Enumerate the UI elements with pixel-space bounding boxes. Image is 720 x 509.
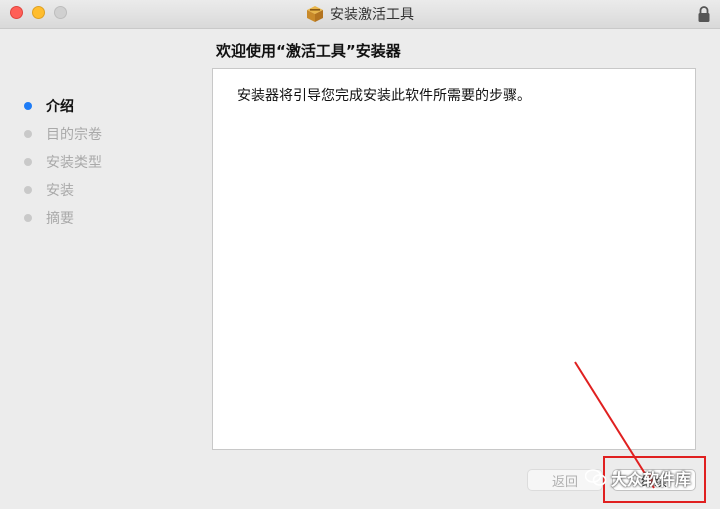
- step-label: 安装类型: [46, 155, 102, 171]
- window-title: 安装激活工具: [330, 7, 414, 23]
- content-panel: 安装器将引导您完成安装此软件所需要的步骤。: [212, 68, 696, 450]
- window-title-group: 安装激活工具: [0, 0, 720, 28]
- title-bar: 安装激活工具: [0, 0, 720, 29]
- step-label: 摘要: [46, 211, 74, 227]
- package-icon: [307, 6, 323, 22]
- step-label: 介绍: [46, 99, 74, 115]
- step-indicator-dot: [24, 186, 32, 194]
- watermark: 大众软件库: [585, 466, 691, 490]
- step-installation-type: 安装类型: [22, 148, 202, 176]
- step-introduction: 介绍: [22, 92, 202, 120]
- step-installation: 安装: [22, 176, 202, 204]
- installer-steps-sidebar: 介绍 目的宗卷 安装类型 安装 摘要: [22, 92, 202, 232]
- wechat-icon: [585, 469, 607, 486]
- step-indicator-dot: [24, 214, 32, 222]
- lock-icon: [698, 6, 710, 22]
- step-label: 目的宗卷: [46, 127, 102, 143]
- watermark-text: 大众软件库: [611, 470, 692, 489]
- intro-text: 安装器将引导您完成安装此软件所需要的步骤。: [237, 88, 531, 104]
- step-label: 安装: [46, 183, 74, 199]
- step-indicator-dot: [24, 130, 32, 138]
- step-summary: 摘要: [22, 204, 202, 232]
- step-destination: 目的宗卷: [22, 120, 202, 148]
- step-indicator-dot: [24, 102, 32, 110]
- page-title: 欢迎使用“激活工具”安装器: [216, 42, 401, 60]
- installer-window: 安装激活工具 欢迎使用“激活工具”安装器 介绍 目的宗卷 安装类型 安装 摘要: [0, 0, 720, 509]
- step-indicator-dot: [24, 158, 32, 166]
